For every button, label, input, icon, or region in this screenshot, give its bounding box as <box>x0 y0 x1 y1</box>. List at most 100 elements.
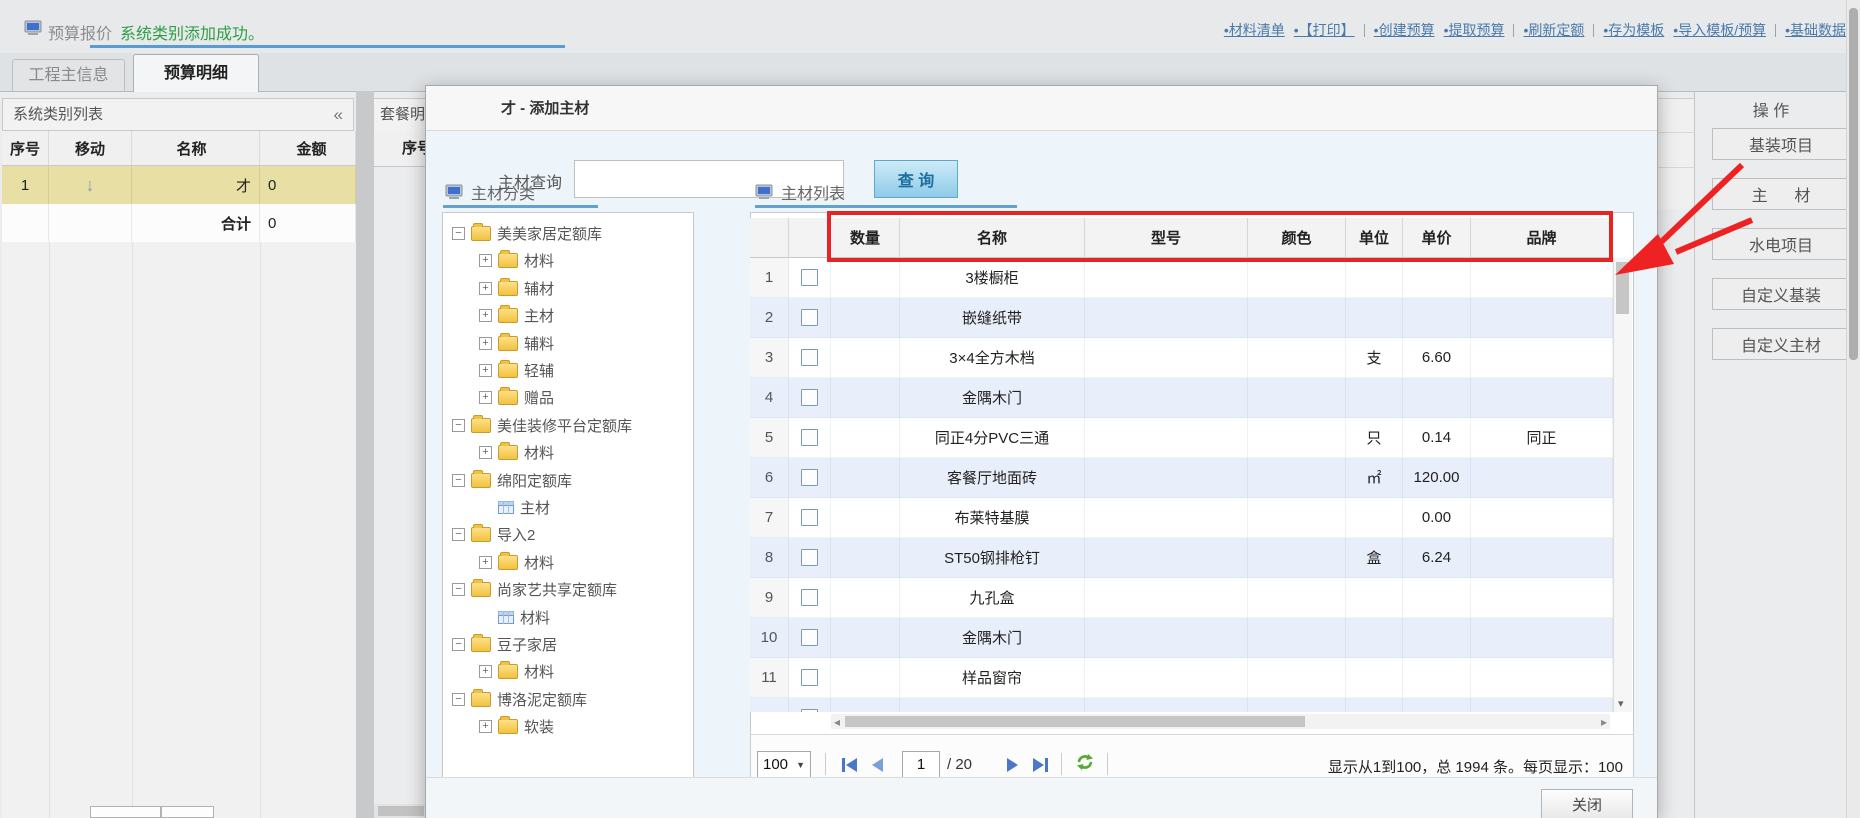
link-material-list[interactable]: •材料清单 <box>1224 20 1285 40</box>
expand-toggle-icon[interactable]: + <box>479 665 492 678</box>
expand-toggle-icon[interactable]: + <box>479 364 492 377</box>
table-row[interactable]: 4 金隅木门 <box>750 378 1613 418</box>
expand-toggle-icon[interactable]: + <box>479 556 492 569</box>
page-number-input[interactable] <box>902 751 940 778</box>
row-checkbox[interactable] <box>801 389 818 406</box>
table-row[interactable]: 2 嵌缝纸带 <box>750 298 1613 338</box>
prev-page-button[interactable] <box>867 754 889 776</box>
expand-toggle-icon[interactable]: + <box>479 282 492 295</box>
tree-item[interactable]: − 导入2 <box>452 523 535 545</box>
row-checkbox[interactable] <box>801 709 818 712</box>
table-row[interactable]: 1 3楼橱柜 <box>750 258 1613 298</box>
link-extract-budget[interactable]: •提取预算 <box>1444 20 1505 40</box>
collapse-toggle-icon[interactable]: − <box>452 474 465 487</box>
base-install-items-button[interactable]: 基装项目 <box>1712 128 1850 160</box>
page-vscrollbar-thumb[interactable] <box>1849 8 1858 360</box>
table-row[interactable]: 7 布莱特基膜 0.00 <box>750 498 1613 538</box>
folder-icon <box>471 582 491 597</box>
folder-icon <box>471 527 491 542</box>
tab-project-info[interactable]: 工程主信息 <box>12 59 125 91</box>
tree-item[interactable]: − 绵阳定额库 <box>452 469 572 491</box>
collapse-toggle-icon[interactable]: − <box>452 419 465 432</box>
tree-item[interactable]: + 轻辅 <box>479 359 554 381</box>
row-checkbox[interactable] <box>801 549 818 566</box>
search-button[interactable]: 查 询 <box>874 160 958 198</box>
table-hscrollbar[interactable]: ◂ ▸ <box>831 714 1610 729</box>
table-row[interactable]: 8 ST50钢排枪钉 盒 6.24 <box>750 538 1613 578</box>
expand-toggle-icon[interactable]: + <box>479 391 492 404</box>
scroll-down-icon[interactable]: ▾ <box>1618 697 1624 710</box>
scroll-right-icon[interactable]: ▸ <box>1598 715 1610 729</box>
custom-main-material-button[interactable]: 自定义主材 <box>1712 328 1850 360</box>
page-size-select[interactable]: 100 ▼ <box>757 751 811 778</box>
collapse-toggle-icon[interactable]: − <box>452 583 465 596</box>
collapse-toggle-icon[interactable]: − <box>452 227 465 240</box>
table-row[interactable]: 9 九孔盒 <box>750 578 1613 618</box>
tree-item[interactable]: + 软装 <box>479 715 554 737</box>
last-page-button[interactable] <box>1029 754 1051 776</box>
row-checkbox[interactable] <box>801 509 818 526</box>
tree-item[interactable]: + 赠品 <box>479 386 554 408</box>
expand-toggle-icon[interactable]: + <box>479 309 492 322</box>
expand-toggle-icon[interactable]: + <box>479 337 492 350</box>
table-row[interactable]: 6 客餐厅地面砖 ㎡ 120.00 <box>750 458 1613 498</box>
table-row[interactable]: 10 金隅木门 <box>750 618 1613 658</box>
row-checkbox[interactable] <box>801 269 818 286</box>
collapse-toggle-icon[interactable]: − <box>452 693 465 706</box>
link-refresh-quota[interactable]: •刷新定额 <box>1523 20 1584 40</box>
collapse-panel-icon[interactable]: « <box>334 99 343 130</box>
link-create-budget[interactable]: •创建预算 <box>1374 20 1435 40</box>
tree-item[interactable]: − 美美家居定额库 <box>452 222 602 244</box>
tree-item[interactable]: − 尚家艺共享定额库 <box>452 578 617 600</box>
row-checkbox[interactable] <box>801 309 818 326</box>
tab-budget-detail[interactable]: 预算明细 <box>133 54 259 92</box>
expand-toggle-icon[interactable]: + <box>479 720 492 733</box>
tree-item[interactable]: − 美佳装修平台定额库 <box>452 414 632 436</box>
table-row[interactable]: 12 <box>750 698 1613 712</box>
tree-item[interactable]: − 博洛泥定额库 <box>452 688 587 710</box>
tree-item[interactable]: 材料 <box>479 606 550 628</box>
refresh-icon[interactable] <box>1075 753 1095 771</box>
row-checkbox[interactable] <box>801 669 818 686</box>
row-checkbox[interactable] <box>801 589 818 606</box>
scroll-left-icon[interactable]: ◂ <box>831 715 843 729</box>
table-hscrollbar-thumb[interactable] <box>845 716 1305 727</box>
close-button[interactable]: 关闭 <box>1541 789 1633 818</box>
tree-item[interactable]: + 材料 <box>479 441 554 463</box>
tree-item[interactable]: + 材料 <box>479 249 554 271</box>
tree-item[interactable]: + 材料 <box>479 660 554 682</box>
tree-item[interactable]: + 材料 <box>479 551 554 573</box>
table-vscrollbar-thumb[interactable] <box>1616 262 1629 314</box>
category-row-selected[interactable]: 1 ↓ 才 0 <box>2 166 356 205</box>
main-material-button[interactable]: 主 材 <box>1712 178 1850 210</box>
next-page-button[interactable] <box>1001 754 1023 776</box>
table-row[interactable]: 3 3×4全方木档 支 6.60 <box>750 338 1613 378</box>
expand-toggle-icon[interactable]: + <box>479 254 492 267</box>
move-down-icon[interactable]: ↓ <box>86 175 95 196</box>
collapse-toggle-icon[interactable]: − <box>452 638 465 651</box>
tree-item[interactable]: 主材 <box>479 496 550 518</box>
tree-item[interactable]: + 主材 <box>479 304 554 326</box>
row-checkbox[interactable] <box>801 429 818 446</box>
page-vscrollbar[interactable] <box>1846 0 1860 818</box>
collapse-toggle-icon[interactable]: − <box>452 528 465 541</box>
link-print[interactable]: •【打印】 <box>1294 20 1355 40</box>
row-checkbox[interactable] <box>801 469 818 486</box>
table-row[interactable]: 11 样品窗帘 <box>750 658 1613 698</box>
hidden-hscrollbar[interactable] <box>374 804 425 818</box>
row-checkbox[interactable] <box>801 629 818 646</box>
table-vscrollbar[interactable]: ▾ <box>1613 258 1632 712</box>
first-page-button[interactable] <box>839 754 861 776</box>
tree-item[interactable]: − 豆子家居 <box>452 633 557 655</box>
tree-item[interactable]: + 辅材 <box>479 277 554 299</box>
link-import-template[interactable]: •导入模板/预算 <box>1673 20 1766 40</box>
expand-toggle-icon[interactable]: + <box>479 446 492 459</box>
table-row[interactable]: 5 同正4分PVC三通 只 0.14 同正 <box>750 418 1613 458</box>
custom-base-install-button[interactable]: 自定义基装 <box>1712 278 1850 310</box>
tree-item[interactable]: + 辅料 <box>479 332 554 354</box>
row-checkbox[interactable] <box>801 349 818 366</box>
link-base-data[interactable]: •基础数据 <box>1785 20 1846 40</box>
link-save-template[interactable]: •存为模板 <box>1603 20 1664 40</box>
panel-splitter[interactable] <box>356 91 374 818</box>
plumbing-electric-items-button[interactable]: 水电项目 <box>1712 228 1850 260</box>
